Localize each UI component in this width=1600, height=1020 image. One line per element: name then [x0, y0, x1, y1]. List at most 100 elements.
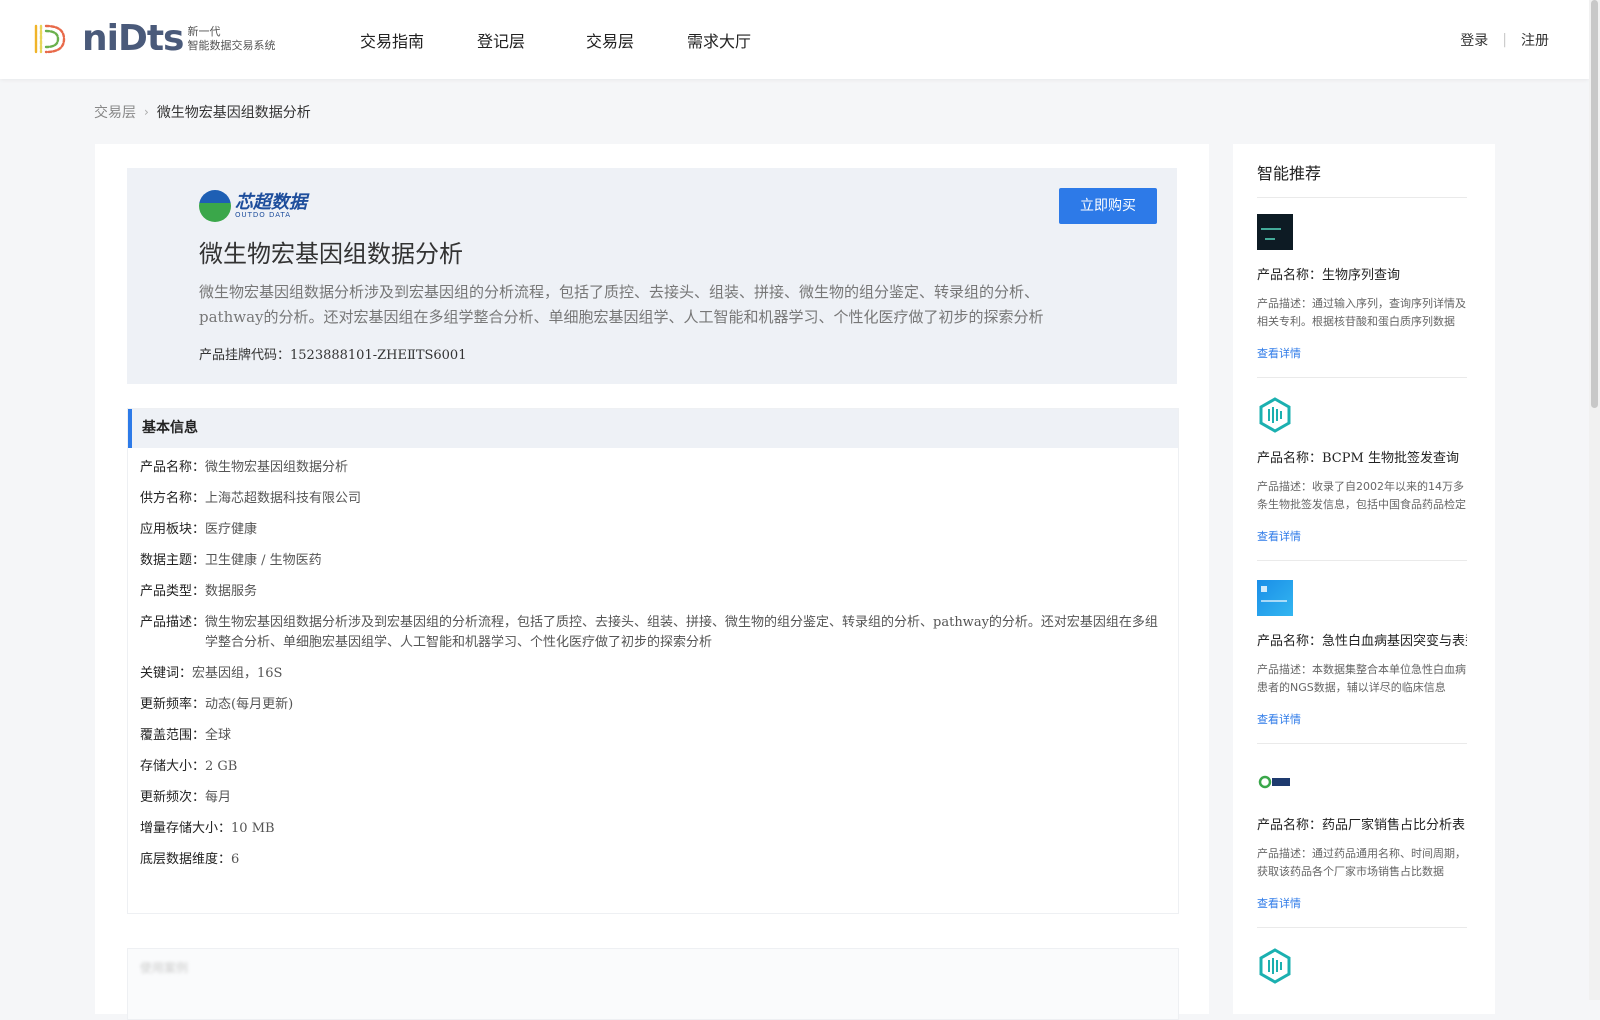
- recommendation-name[interactable]: 产品名称：急性白血病基因突变与表型: [1257, 630, 1467, 649]
- info-label: 产品类型：: [140, 584, 206, 599]
- recommendation-card[interactable]: 产品名称：生物序列查询产品描述：通过输入序列，查询序列详情及相关专利。根据核苷酸…: [1257, 214, 1467, 361]
- rec-desc-label: 产品描述：: [1257, 847, 1312, 860]
- breadcrumb-link-trading-layer[interactable]: 交易层: [94, 102, 136, 122]
- recommendation-sidebar: 智能推荐 产品名称：生物序列查询产品描述：通过输入序列，查询序列详情及相关专利。…: [1233, 144, 1495, 1014]
- info-label: 关键词：: [140, 666, 193, 681]
- sidebar-divider: [1257, 197, 1467, 198]
- rec-name-label: 产品名称：: [1257, 451, 1323, 466]
- rec-desc-label: 产品描述：: [1257, 663, 1312, 676]
- recommendation-card[interactable]: 产品名称：急性白血病基因突变与表型产品描述：本数据集整合本单位急性白血病患者的N…: [1257, 580, 1467, 727]
- nav-item-registration-layer[interactable]: 登记层: [477, 28, 525, 52]
- rec-desc-label: 产品描述：: [1257, 297, 1312, 310]
- info-label: 更新频率：: [140, 697, 206, 712]
- product-title: 微生物宏基因组数据分析: [199, 240, 463, 268]
- nav-item-trade-guide[interactable]: 交易指南: [360, 28, 424, 52]
- sidebar-divider: [1257, 560, 1467, 561]
- info-value: 2 GB: [205, 759, 238, 774]
- chevron-right-icon: ›: [144, 105, 149, 119]
- scrollbar-thumb[interactable]: [1591, 0, 1598, 408]
- logo-subtitle: 新一代 智能数据交易系统: [188, 25, 276, 53]
- basic-info-list: 产品名称： 微生物宏基因组数据分析 供方名称： 上海芯超数据科技有限公司 应用板块： 医疗…: [128, 448, 1178, 891]
- nav-item-trading-layer[interactable]: 交易层: [586, 28, 634, 52]
- rec-name-label: 产品名称：: [1257, 634, 1323, 649]
- recommendation-description: 产品描述：通过输入序列，查询序列详情及相关专利。根据核苷酸和蛋白质序列数据: [1257, 295, 1467, 331]
- view-details-link[interactable]: 查看详情: [1257, 528, 1467, 544]
- listing-code: 产品挂牌代码：1523888101-ZHEⅡTS6001: [199, 344, 466, 363]
- product-description: 微生物宏基因组数据分析涉及到宏基因组的分析流程，包括了质控、去接头、组装、拼接、…: [199, 283, 1044, 326]
- recommendation-card[interactable]: 产品名称：药品厂家销售占比分析表产品描述：通过药品通用名称、时间周期，获取该药品…: [1257, 764, 1467, 911]
- top-header: niDts 新一代 智能数据交易系统 交易指南 登记层 交易层 需求大厅 登录 …: [0, 0, 1589, 79]
- breadcrumb: 交易层 › 微生物宏基因组数据分析: [94, 102, 311, 122]
- view-details-link[interactable]: 查看详情: [1257, 895, 1467, 911]
- info-label: 底层数据维度：: [140, 852, 232, 867]
- info-row: 关键词： 宏基因组，16S: [140, 664, 1166, 684]
- vendor-logo: 芯超数据 OUTDO DATA: [199, 190, 307, 222]
- info-value: 动态(每月更新): [205, 697, 294, 712]
- vendor-logo-cn: 芯超数据: [235, 191, 307, 213]
- recommendation-card[interactable]: 产品名称：BCPM 生物批签发查询产品描述：收录了自2002年以来的14万多条生…: [1257, 397, 1467, 544]
- listing-code-value: 1523888101-ZHEⅡTS6001: [290, 348, 467, 363]
- recommendation-description: 产品描述：本数据集整合本单位急性白血病患者的NGS数据，辅以详尽的临床信息: [1257, 661, 1467, 697]
- logo-subtitle-line2: 智能数据交易系统: [187, 39, 276, 52]
- site-logo[interactable]: niDts 新一代 智能数据交易系统: [30, 20, 276, 58]
- info-row: 应用板块： 医疗健康: [140, 520, 1166, 540]
- next-section-heading: 使用案例: [140, 961, 189, 975]
- login-link[interactable]: 登录: [1460, 30, 1488, 50]
- nav-item-demand-hall[interactable]: 需求大厅: [687, 28, 751, 52]
- teal-hex-icon[interactable]: [1257, 948, 1293, 984]
- rec-name-value: BCPM 生物批签发查询: [1322, 451, 1459, 466]
- info-value: 全球: [205, 728, 232, 743]
- view-details-link[interactable]: 查看详情: [1257, 345, 1467, 361]
- basic-info-heading: 基本信息: [128, 409, 1178, 448]
- logo-subtitle-line1: 新一代: [187, 25, 221, 38]
- rec-desc-label: 产品描述：: [1257, 480, 1312, 493]
- info-value: 数据服务: [205, 584, 258, 599]
- info-value: 医疗健康: [205, 522, 258, 537]
- page-scrollbar[interactable]: [1589, 0, 1600, 1000]
- blue-thumbnail[interactable]: [1257, 580, 1293, 616]
- recommendation-card-partial[interactable]: [1257, 948, 1467, 984]
- info-row: 产品名称： 微生物宏基因组数据分析: [140, 458, 1166, 478]
- sidebar-title: 智能推荐: [1257, 164, 1322, 183]
- recommendation-name[interactable]: 产品名称：药品厂家销售占比分析表: [1257, 814, 1467, 833]
- info-label: 数据主题：: [140, 553, 206, 568]
- recommendation-description: 产品描述：通过药品通用名称、时间周期，获取该药品各个厂家市场销售占比数据: [1257, 845, 1467, 881]
- rec-name-label: 产品名称：: [1257, 818, 1323, 833]
- info-label: 应用板块：: [140, 522, 206, 537]
- vendor-logo-en: OUTDO DATA: [235, 210, 292, 219]
- dark-thumbnail[interactable]: [1257, 214, 1293, 250]
- info-value: 微生物宏基因组数据分析: [205, 460, 349, 475]
- recommendation-name[interactable]: 产品名称：BCPM 生物批签发查询: [1257, 447, 1467, 466]
- rec-name-value: 急性白血病基因突变与表型: [1322, 634, 1467, 649]
- info-row: 底层数据维度： 6: [140, 850, 1166, 870]
- info-value: 卫生健康 / 生物医药: [205, 553, 322, 568]
- logo-wordmark: niDts: [82, 18, 184, 59]
- buy-now-button[interactable]: 立即购买: [1059, 188, 1157, 224]
- rec-name-label: 产品名称：: [1257, 268, 1323, 283]
- info-row: 更新频次： 每月: [140, 788, 1166, 808]
- info-label: 产品描述：: [140, 615, 206, 630]
- recommendation-name[interactable]: 产品名称：生物序列查询: [1257, 264, 1467, 283]
- info-label: 增量存储大小：: [140, 821, 232, 836]
- info-row: 覆盖范围： 全球: [140, 726, 1166, 746]
- register-link[interactable]: 注册: [1521, 30, 1549, 50]
- info-label: 覆盖范围：: [140, 728, 206, 743]
- info-value: 微生物宏基因组数据分析涉及到宏基因组的分析流程，包括了质控、去接头、组装、拼接、…: [205, 615, 1158, 650]
- info-label: 存储大小：: [140, 759, 206, 774]
- recommendation-description: 产品描述：收录了自2002年以来的14万多条生物批签发信息，包括中国食品药品检定…: [1257, 478, 1467, 514]
- basic-info-section: 基本信息 产品名称： 微生物宏基因组数据分析 供方名称： 上海芯超数据科技有限公司 应用…: [127, 408, 1179, 914]
- info-row: 存储大小： 2 GB: [140, 757, 1166, 777]
- info-row: 供方名称： 上海芯超数据科技有限公司: [140, 489, 1166, 509]
- listing-code-label: 产品挂牌代码：: [199, 348, 291, 363]
- info-row: 产品描述： 微生物宏基因组数据分析涉及到宏基因组的分析流程，包括了质控、去接头、组…: [140, 613, 1166, 653]
- teal-hex-icon[interactable]: [1257, 397, 1293, 433]
- product-hero: 芯超数据 OUTDO DATA 立即购买 微生物宏基因组数据分析 微生物宏基因组…: [127, 168, 1177, 384]
- pharma-logo[interactable]: [1257, 764, 1293, 800]
- info-value: 宏基因组，16S: [192, 666, 283, 681]
- sidebar-divider: [1257, 927, 1467, 928]
- rec-name-value: 药品厂家销售占比分析表: [1322, 818, 1466, 833]
- view-details-link[interactable]: 查看详情: [1257, 711, 1467, 727]
- info-value: 每月: [205, 790, 232, 805]
- info-label: 产品名称：: [140, 460, 206, 475]
- info-value: 10 MB: [231, 821, 275, 836]
